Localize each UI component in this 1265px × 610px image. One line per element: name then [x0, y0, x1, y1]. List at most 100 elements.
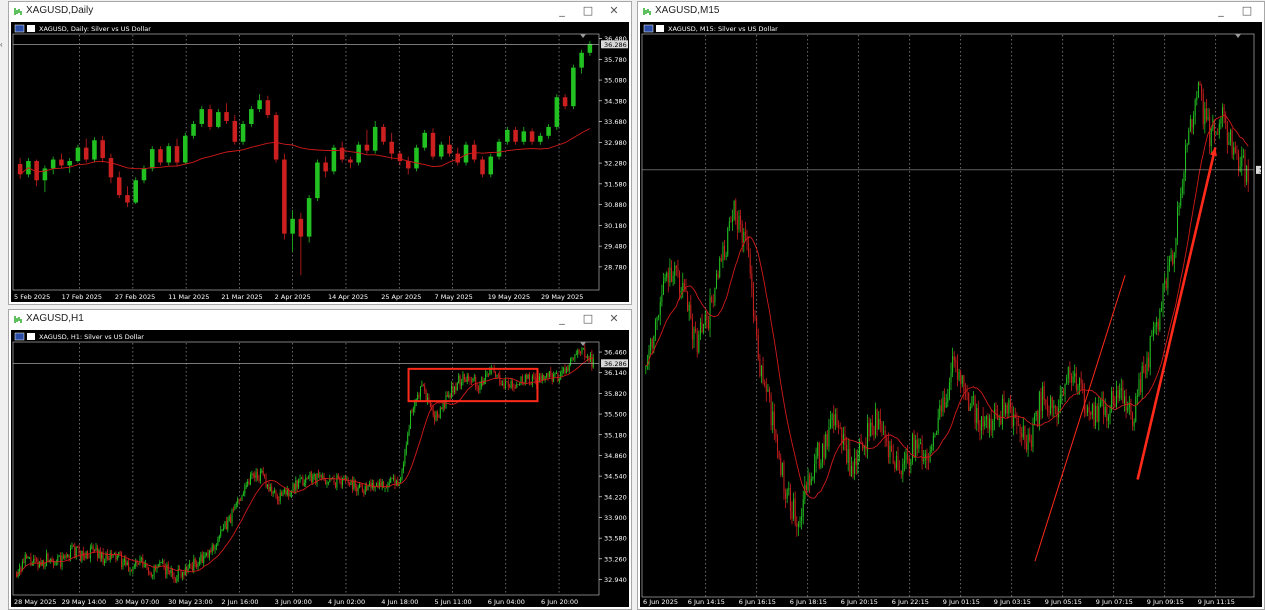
- candle-body: [1125, 396, 1127, 411]
- candle-body: [1101, 400, 1103, 403]
- candle-body: [461, 382, 463, 386]
- candle-body: [873, 426, 875, 436]
- minimize-button[interactable]: _: [549, 4, 575, 17]
- m15-chart-window[interactable]: XAGUSD,M15 _ □ 6 Jun 2025 6 Jun 14:15 6 Jun…: [637, 1, 1265, 610]
- candle-body: [173, 576, 175, 579]
- maximize-button[interactable]: □: [575, 312, 601, 325]
- candle-body: [271, 487, 273, 494]
- side-marker: ‹: [0, 40, 3, 49]
- candle-body: [1070, 375, 1072, 383]
- candle-body: [998, 418, 1000, 420]
- candle-body: [196, 563, 198, 568]
- candle-body: [850, 466, 852, 477]
- candle-body: [412, 408, 414, 412]
- candle-body: [54, 562, 56, 565]
- daily-chart-window[interactable]: XAGUSD,Daily _ □ ✕ 5 Feb 2025 17 Feb 2025 27…: [8, 1, 632, 305]
- candle-body: [327, 482, 329, 484]
- close-button[interactable]: ✕: [601, 312, 627, 325]
- time-tick-label: 4 Jun 02:00: [328, 598, 365, 606]
- candle-body: [1183, 173, 1185, 187]
- candle-body: [342, 477, 344, 486]
- candle-body: [126, 562, 128, 566]
- candle-body: [227, 520, 229, 530]
- candle-body: [582, 348, 584, 350]
- candlestick-chart[interactable]: 28 May 2025 29 May 14:00 30 May 07:00 30 Ma…: [11, 330, 629, 607]
- time-tick-label: 30 May 07:00: [115, 598, 160, 606]
- candle-body: [221, 529, 223, 531]
- candle-body: [521, 376, 523, 383]
- flag-icon: [14, 332, 25, 341]
- candle-body: [973, 396, 975, 398]
- candle-body: [1154, 326, 1156, 328]
- candle-body: [1175, 237, 1177, 253]
- candle-body: [147, 567, 149, 573]
- candle-body: [417, 394, 419, 400]
- candle-body: [1079, 378, 1081, 387]
- candle-body: [372, 126, 378, 151]
- candle-body: [1008, 399, 1010, 414]
- candle-body: [836, 414, 838, 425]
- candle-body: [1247, 166, 1249, 183]
- candle-body: [174, 578, 176, 581]
- candle-body: [95, 547, 97, 551]
- titlebar[interactable]: XAGUSD,M15 _ □: [638, 2, 1264, 22]
- candlestick-chart[interactable]: 5 Feb 2025 17 Feb 2025 27 Feb 2025 11 Mar 2…: [11, 22, 629, 302]
- candle-body: [262, 471, 264, 475]
- candle-body: [223, 528, 225, 530]
- candle-body: [47, 553, 49, 563]
- candle-body: [275, 490, 277, 497]
- candle-body: [1109, 410, 1111, 417]
- candle-body: [741, 224, 743, 243]
- candle-body: [108, 558, 110, 561]
- candle-body: [714, 287, 716, 303]
- candle-body: [960, 371, 962, 384]
- candle-body: [1027, 434, 1029, 451]
- candle-body: [1035, 411, 1037, 416]
- time-tick-label: 9 Jun 01:15: [943, 598, 980, 606]
- candle-body: [900, 470, 902, 475]
- maximize-button[interactable]: □: [1234, 4, 1260, 17]
- candle-body: [942, 397, 944, 412]
- price-chart[interactable]: 5 Feb 2025 17 Feb 2025 27 Feb 2025 11 Mar 2…: [11, 22, 629, 302]
- minimize-button[interactable]: _: [549, 312, 575, 325]
- price-tick-label: 35.500: [604, 411, 627, 419]
- candle-body: [317, 473, 319, 477]
- candle-body: [789, 488, 791, 512]
- price-chart[interactable]: 28 May 2025 29 May 14:00 30 May 07:00 30 Ma…: [11, 330, 629, 607]
- candle-body: [1104, 406, 1106, 415]
- minimize-button[interactable]: _: [1208, 4, 1234, 17]
- price-chart[interactable]: 6 Jun 2025 6 Jun 14:15 6 Jun 16:15 6 Jun 18…: [640, 22, 1262, 607]
- candle-body: [388, 482, 390, 485]
- candle-body: [286, 490, 288, 495]
- titlebar[interactable]: XAGUSD,H1 _ □ ✕: [9, 310, 631, 330]
- candle-body: [658, 315, 660, 318]
- candlestick-chart[interactable]: 6 Jun 2025 6 Jun 14:15 6 Jun 16:15 6 Jun 18…: [640, 22, 1262, 607]
- candle-body: [140, 558, 142, 560]
- candle-body: [125, 195, 130, 203]
- candle-body: [826, 434, 828, 447]
- close-button[interactable]: ✕: [601, 4, 627, 17]
- candle-body: [357, 487, 359, 492]
- price-tick-label: 35.780: [604, 56, 627, 64]
- candle-body: [757, 335, 759, 359]
- titlebar[interactable]: XAGUSD,Daily _ □ ✕: [9, 2, 631, 22]
- price-tick-label: 33.680: [604, 118, 627, 126]
- candle-body: [1202, 93, 1204, 125]
- candle-body: [976, 407, 978, 423]
- h1-chart-window[interactable]: XAGUSD,H1 _ □ ✕ 28 May 2025 29 May 14:00 30 …: [8, 309, 632, 610]
- candle-body: [786, 489, 788, 499]
- candle-body: [1082, 383, 1084, 390]
- candle-body: [125, 559, 127, 566]
- candle-body: [1122, 388, 1124, 404]
- candle-body: [169, 570, 171, 574]
- candle-body: [70, 548, 72, 558]
- candle-body: [778, 450, 780, 458]
- candle-body: [407, 434, 409, 445]
- price-tick-label: 34.220: [604, 493, 627, 501]
- candle-body: [45, 553, 47, 567]
- candle-body: [654, 320, 656, 336]
- maximize-button[interactable]: □: [575, 4, 601, 17]
- price-tick-label: 30.180: [604, 222, 627, 230]
- candle-body: [104, 560, 106, 563]
- candle-body: [1051, 397, 1053, 409]
